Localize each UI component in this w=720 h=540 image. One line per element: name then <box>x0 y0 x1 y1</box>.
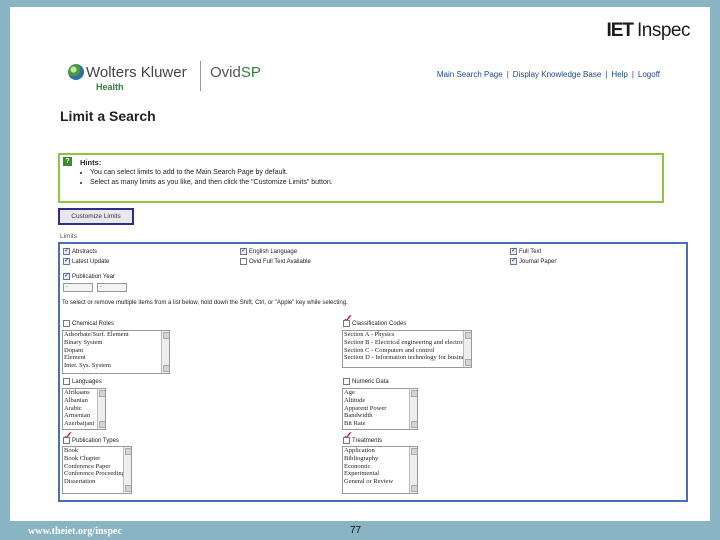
scrollbar[interactable] <box>161 331 169 373</box>
checkbox-publication-year[interactable]: Publication Year <box>63 271 115 280</box>
ovid-header: Wolters Kluwer Health OvidSP Main Search… <box>58 58 668 94</box>
link-display-knowledge-base[interactable]: Display Knowledge Base <box>513 70 602 79</box>
hints-list: You can select limits to add to the Main… <box>90 169 333 189</box>
page-number: 77 <box>350 525 362 536</box>
scrollbar[interactable] <box>463 331 471 367</box>
hints-heading: Hints: <box>80 158 102 167</box>
chemical-roles-list[interactable]: Adsorbate/Surf. Element Binary System Do… <box>62 330 170 374</box>
page-title: Limit a Search <box>60 108 156 124</box>
list-option[interactable]: Binary System <box>63 339 169 347</box>
list-option[interactable]: Apparent Power <box>343 405 417 413</box>
checkbox-icon[interactable] <box>63 256 70 265</box>
help-icon: ? <box>63 157 72 166</box>
checkbox-icon[interactable] <box>240 258 247 265</box>
checkbox-icon[interactable] <box>240 246 247 255</box>
languages-list[interactable]: Afrikaans Albanian Arabic Armenian Azerb… <box>62 388 106 430</box>
list-option[interactable]: Application <box>343 447 417 455</box>
list-option[interactable]: Section C - Computers and control <box>343 347 471 355</box>
checkbox-abstracts[interactable]: Abstracts <box>63 246 97 255</box>
checkbox-icon[interactable] <box>510 246 517 255</box>
health-label: Health <box>96 82 124 92</box>
checkbox-icon[interactable] <box>343 320 350 327</box>
checkbox-icon[interactable] <box>63 246 70 255</box>
top-nav: Main Search Page | Display Knowledge Base |… <box>436 70 660 79</box>
checkbox-numeric-data[interactable]: Numeric Data <box>343 378 389 385</box>
list-option[interactable]: Dopant <box>63 347 169 355</box>
brand-iet: IET <box>606 20 634 41</box>
checkbox-classification-codes[interactable]: Classification Codes <box>343 320 406 327</box>
list-option[interactable]: Experimental <box>343 470 417 478</box>
checkbox-icon[interactable] <box>63 378 70 385</box>
checkbox-ovid-full-text[interactable]: Ovid Full Text Available <box>240 258 311 265</box>
scrollbar[interactable] <box>123 447 131 493</box>
scrollbar[interactable] <box>409 447 417 493</box>
year-from-select[interactable]: - <box>63 283 93 292</box>
list-option[interactable]: Bit Rate <box>343 420 417 428</box>
hint-item: Select as many limits as you like, and t… <box>90 179 333 186</box>
checkbox-publication-types[interactable]: Publication Types <box>63 437 119 444</box>
scrollbar[interactable] <box>97 389 105 429</box>
limits-panel: Abstracts English Language Full Text Lat… <box>58 242 688 502</box>
checkbox-chemical-roles[interactable]: Chemical Roles <box>63 320 114 327</box>
checkbox-treatments[interactable]: Treatments <box>343 437 382 444</box>
ovidsp-logo: OvidSP <box>210 64 261 81</box>
logo-divider <box>200 61 201 91</box>
list-option[interactable]: Economic <box>343 463 417 471</box>
checkbox-english-language[interactable]: English Language <box>240 246 297 255</box>
link-logoff[interactable]: Logoff <box>638 70 660 79</box>
list-option[interactable]: Age <box>343 389 417 397</box>
limits-label: Limits <box>60 233 77 240</box>
list-option[interactable]: Adsorbate/Surf. Element <box>63 331 169 339</box>
list-option[interactable]: Section A - Physics <box>343 331 471 339</box>
checkbox-icon[interactable] <box>63 271 70 280</box>
wolters-kluwer-logo: Wolters Kluwer <box>86 64 187 81</box>
iet-inspec-logo: IET Inspec <box>606 20 690 42</box>
checkbox-journal-paper[interactable]: Journal Paper <box>510 256 556 265</box>
treatments-list[interactable]: Application Bibliography Economic Experi… <box>342 446 418 494</box>
wolters-kluwer-globe-icon <box>68 64 84 80</box>
checkbox-icon[interactable] <box>63 320 70 327</box>
numeric-data-list[interactable]: Age Altitude Apparent Power Bandwidth Bi… <box>342 388 418 430</box>
selection-note: To select or remove multiple items from … <box>62 300 348 306</box>
list-option[interactable]: Bibliography <box>343 455 417 463</box>
checkbox-latest-update[interactable]: Latest Update <box>63 256 109 265</box>
list-option[interactable]: Section B - Electrical engineering and e… <box>343 339 471 347</box>
link-help[interactable]: Help <box>611 70 627 79</box>
list-option[interactable]: Element <box>63 354 169 362</box>
list-option[interactable]: General or Review <box>343 478 417 486</box>
list-option[interactable]: Inter. Sys. System <box>63 362 169 370</box>
footer-url: www.theiet.org/inspec <box>28 526 122 537</box>
brand-inspec: Inspec <box>637 20 690 41</box>
list-option[interactable]: Book <box>63 447 131 455</box>
list-option[interactable]: Bandwidth <box>343 412 417 420</box>
year-to-select[interactable]: - <box>97 283 127 292</box>
checkbox-icon[interactable] <box>343 378 350 385</box>
list-option[interactable]: Dissertation <box>63 478 131 486</box>
list-option[interactable]: Conference Proceedings <box>63 470 131 478</box>
link-main-search-page[interactable]: Main Search Page <box>437 70 503 79</box>
customize-limits-button[interactable]: Customize Limits <box>58 208 134 225</box>
list-option[interactable]: Book Chapter <box>63 455 131 463</box>
hint-item: You can select limits to add to the Main… <box>90 169 333 176</box>
checkbox-icon[interactable] <box>343 437 350 444</box>
scrollbar[interactable] <box>409 389 417 429</box>
publication-types-list[interactable]: Book Book Chapter Conference Paper Confe… <box>62 446 132 494</box>
list-option[interactable]: Conference Paper <box>63 463 131 471</box>
checkbox-icon[interactable] <box>63 437 70 444</box>
list-option[interactable]: Section D - Information technology for b… <box>343 354 471 362</box>
list-option[interactable]: Altitude <box>343 397 417 405</box>
classification-codes-list[interactable]: Section A - Physics Section B - Electric… <box>342 330 472 368</box>
hints-panel: ? Hints: You can select limits to add to… <box>58 153 664 203</box>
checkbox-languages[interactable]: Languages <box>63 378 102 385</box>
checkbox-full-text[interactable]: Full Text <box>510 246 541 255</box>
checkbox-icon[interactable] <box>510 256 517 265</box>
